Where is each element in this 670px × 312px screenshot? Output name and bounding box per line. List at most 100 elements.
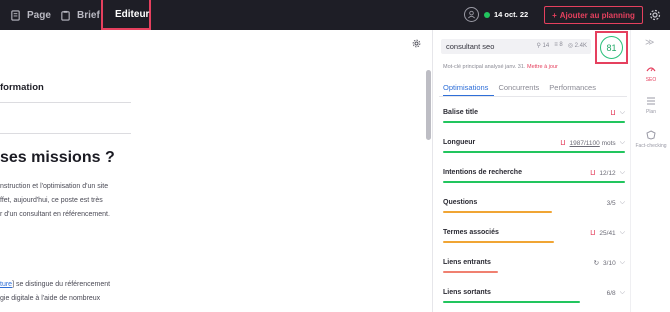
criterion-label: Intentions de recherche bbox=[443, 169, 522, 176]
criterion-label: Liens entrants bbox=[443, 259, 491, 266]
user-icon bbox=[468, 10, 475, 19]
criterion-progress-bar bbox=[443, 151, 625, 153]
tab-brief-label: Brief bbox=[77, 9, 100, 21]
magnet-icon: ⵡ bbox=[590, 170, 596, 177]
criterion-row[interactable]: Liens entrants ↻ 3/10 ⌵ bbox=[443, 259, 625, 279]
update-link[interactable]: Mettre à jour bbox=[527, 64, 558, 70]
seo-panel: consultant seo ⚲ 14 ≡ 8 ◎ 2.4K 81 Mot-cl… bbox=[432, 30, 630, 312]
editor-settings-icon[interactable] bbox=[412, 39, 421, 48]
seo-score-highlight: 81 bbox=[595, 31, 628, 64]
criterion-value: 6/8 bbox=[606, 289, 616, 297]
document-icon bbox=[11, 9, 20, 21]
paragraph-line: ture] se distingue du référencement bbox=[0, 278, 110, 292]
criterion-status: ⵡ 1987/1100 mots ⌵ bbox=[560, 139, 625, 147]
tab-page-label: Page bbox=[27, 9, 51, 21]
status-dot bbox=[484, 12, 490, 18]
paragraph-line: r d'un consultant en référencement. bbox=[0, 211, 110, 218]
add-to-planning-button[interactable]: + Ajouter au planning bbox=[544, 6, 643, 24]
paragraph-text: ] se distingue du référencement bbox=[12, 281, 111, 288]
chevron-down-icon[interactable]: ⌵ bbox=[620, 229, 625, 237]
criterion-progress-bar bbox=[443, 121, 625, 123]
avatar[interactable] bbox=[464, 7, 479, 22]
paragraph-line: nstruction et l'optimisation d'un site bbox=[0, 183, 109, 190]
criterion-row[interactable]: Balise title ⵡ ⌵ bbox=[443, 109, 625, 129]
plus-icon: + bbox=[552, 10, 557, 20]
seo-score[interactable]: 81 bbox=[600, 36, 623, 59]
right-sidebar: ≫ SEO Plan Fact-checking bbox=[630, 30, 670, 312]
criterion-status: 6/8 ⌵ bbox=[607, 289, 625, 297]
divider bbox=[0, 102, 131, 103]
sidebar-item-fact-checking[interactable]: Fact-checking bbox=[631, 130, 670, 149]
chevron-down-icon[interactable]: ⌵ bbox=[620, 109, 625, 117]
stat-results: ≡ 8 bbox=[554, 42, 563, 48]
section-heading-missions: ses missions ? bbox=[0, 149, 115, 166]
criterion-status: ⵡ 12/12 ⌵ bbox=[590, 169, 625, 177]
magnet-icon: ⵡ bbox=[590, 230, 596, 237]
criterion-value: 25/41 bbox=[599, 229, 616, 237]
magnet-icon: ⵡ bbox=[610, 110, 616, 117]
criterion-label: Liens sortants bbox=[443, 289, 491, 296]
criterion-value: 12/12 bbox=[599, 169, 616, 177]
chevron-down-icon[interactable]: ⌵ bbox=[620, 199, 625, 207]
criterion-progress-bar bbox=[443, 211, 553, 213]
section-heading-info: formation bbox=[0, 82, 44, 93]
keyword-text: consultant seo bbox=[446, 42, 495, 51]
tab-performances[interactable]: Performances bbox=[549, 83, 596, 92]
criterion-progress-bar bbox=[443, 181, 625, 183]
divider bbox=[0, 133, 131, 134]
criterion-value: 1987/1100 mots bbox=[569, 139, 616, 147]
paragraph-line: ffet, aujourd'hui, ce poste est très bbox=[0, 197, 103, 204]
criterion-row[interactable]: Termes associés ⵡ 25/41 ⌵ bbox=[443, 229, 625, 249]
add-to-planning-label: Ajouter au planning bbox=[559, 10, 635, 20]
criterion-status: ↻ 3/10 ⌵ bbox=[594, 259, 625, 267]
criterion-progress-bar bbox=[443, 301, 580, 303]
criterion-label: Termes associés bbox=[443, 229, 499, 236]
criterion-label: Questions bbox=[443, 199, 478, 206]
stat-volume: ◎ 2.4K bbox=[567, 43, 587, 49]
chevron-down-icon[interactable]: ⌵ bbox=[620, 139, 625, 147]
refresh-icon[interactable]: ↻ bbox=[594, 259, 599, 267]
tab-editor-label: Editeur bbox=[115, 8, 150, 20]
shield-check-icon bbox=[646, 130, 656, 140]
magnet-icon: ⵡ bbox=[560, 140, 566, 147]
criterion-row[interactable]: Questions 3/5 ⌵ bbox=[443, 199, 625, 219]
collapse-icon[interactable]: ≫ bbox=[645, 37, 654, 48]
chevron-down-icon[interactable]: ⌵ bbox=[620, 259, 625, 267]
criterion-status: ⵡ 25/41 ⌵ bbox=[590, 229, 625, 237]
editor-scrollbar[interactable] bbox=[426, 70, 431, 140]
paragraph: ture] se distingue du référencement gie … bbox=[0, 278, 110, 306]
criterion-status: ⵡ ⌵ bbox=[610, 109, 625, 117]
keyword-field[interactable]: consultant seo ⚲ 14 ≡ 8 ◎ 2.4K bbox=[441, 39, 591, 54]
criterion-status: 3/5 ⌵ bbox=[607, 199, 625, 207]
criterion-label: Balise title bbox=[443, 109, 479, 116]
divider bbox=[439, 96, 627, 97]
chevron-down-icon[interactable]: ⌵ bbox=[620, 169, 625, 177]
tab-editor[interactable]: Editeur bbox=[101, 0, 151, 30]
tab-page[interactable]: Page bbox=[10, 0, 51, 30]
chevron-down-icon[interactable]: ⌵ bbox=[620, 289, 625, 297]
sidebar-item-seo[interactable]: SEO bbox=[631, 64, 670, 83]
tab-concurrents[interactable]: Concurrents bbox=[498, 83, 539, 92]
criterion-value: 3/10 bbox=[603, 259, 616, 267]
tab-optimisations[interactable]: Optimisations bbox=[443, 83, 488, 92]
tab-brief[interactable]: Brief bbox=[60, 0, 100, 30]
list-icon bbox=[647, 97, 655, 105]
criterion-label: Longueur bbox=[443, 139, 476, 146]
criterion-row[interactable]: Intentions de recherche ⵡ 12/12 ⌵ bbox=[443, 169, 625, 189]
top-bar: Page Brief Editeur 14 oct. 22 + Ajouter … bbox=[0, 0, 670, 30]
sidebar-item-plan[interactable]: Plan bbox=[631, 96, 670, 115]
date-label: 14 oct. 22 bbox=[494, 10, 529, 19]
keyword-stats: ⚲ 14 ≡ 8 ◎ 2.4K bbox=[536, 42, 587, 49]
paragraph-link[interactable]: ture bbox=[0, 281, 12, 288]
paragraph: nstruction et l'optimisation d'un site f… bbox=[0, 180, 110, 222]
editor-area[interactable]: formation ses missions ? nstruction et l… bbox=[0, 30, 432, 312]
gear-icon[interactable] bbox=[649, 9, 661, 21]
keyword-analysis-note: Mot-clé principal analysé janv. 31. Mett… bbox=[443, 64, 558, 70]
clipboard-icon bbox=[61, 10, 70, 21]
seo-icon bbox=[646, 67, 656, 72]
criterion-progress-bar bbox=[443, 241, 555, 243]
criterion-row[interactable]: Longueur ⵡ 1987/1100 mots ⌵ bbox=[443, 139, 625, 159]
panel-tabs: Optimisations Concurrents Performances bbox=[443, 83, 596, 92]
criterion-row[interactable]: Liens sortants 6/8 ⌵ bbox=[443, 289, 625, 309]
criterion-progress-bar bbox=[443, 271, 498, 273]
